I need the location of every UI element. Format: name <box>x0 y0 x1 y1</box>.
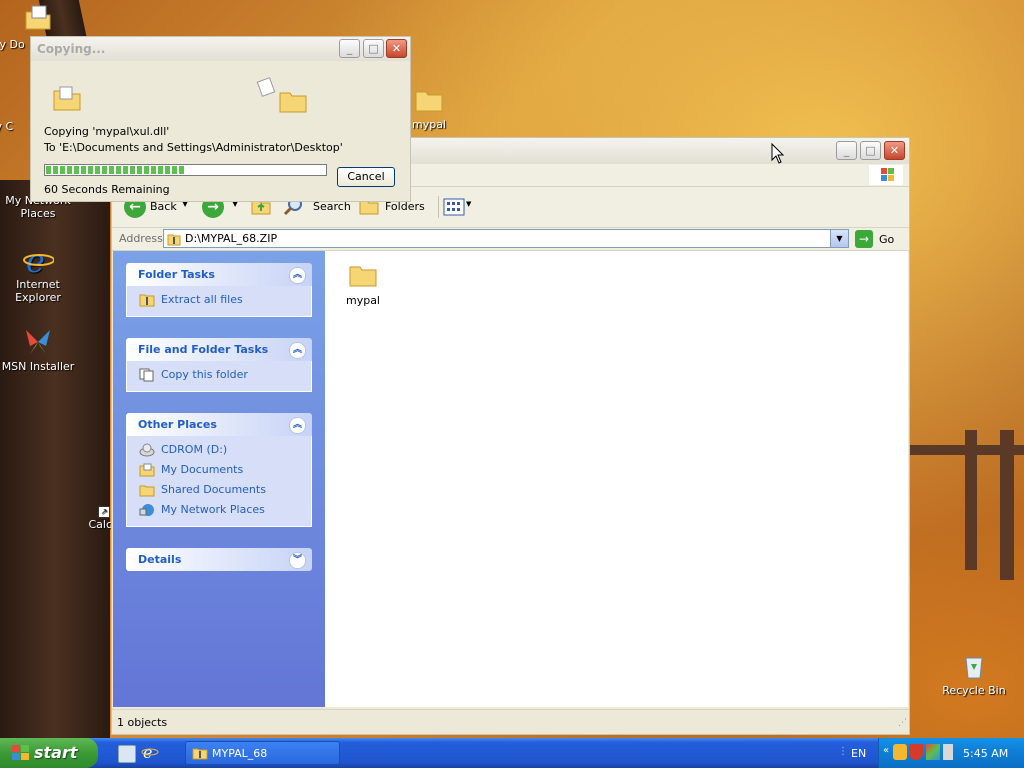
time-remaining: 60 Seconds Remaining <box>44 183 170 196</box>
target-folder-icon <box>277 85 309 120</box>
resize-grip-icon[interactable]: ⋰ <box>898 718 907 728</box>
desktop-icon-msn-installer[interactable]: MSN Installer <box>0 326 76 373</box>
go-arrow-icon: → <box>855 230 873 248</box>
chevron-down-icon[interactable]: ︾ <box>289 552 306 569</box>
chevron-up-icon[interactable]: ︽ <box>289 417 306 434</box>
copy-icon <box>139 368 155 382</box>
panel-header[interactable]: Other Places ︽ <box>126 413 312 436</box>
file-folder-tasks-panel: File and Folder Tasks ︽ Copy this folder <box>126 338 312 392</box>
desktop-icon-my-documents[interactable]: My Do <box>0 2 76 51</box>
taskbar-grip-icon: ⋮ <box>838 746 848 757</box>
chevron-up-icon[interactable]: ︽ <box>289 342 306 359</box>
address-bar: Address D:\MYPAL_68.ZIP ▼ → Go <box>112 228 909 251</box>
other-place-my-network-places[interactable]: My Network Places <box>139 500 311 520</box>
desktop-icon-internet-explorer[interactable]: e Internet Explorer <box>0 242 76 304</box>
panel-header[interactable]: File and Folder Tasks ︽ <box>126 338 312 361</box>
address-field[interactable]: D:\MYPAL_68.ZIP ▼ <box>163 229 849 248</box>
file-list[interactable]: mypal <box>325 251 908 707</box>
other-place-shared-documents[interactable]: Shared Documents <box>139 480 311 500</box>
panel-header[interactable]: Details ︾ <box>126 548 312 571</box>
taskbar: start e MYPAL_68 ⋮ EN « 5:45 AM <box>0 738 1024 768</box>
close-button[interactable]: ✕ <box>884 141 905 160</box>
quick-launch-internet-explorer[interactable]: e <box>141 743 159 764</box>
desktop-icon-calc[interactable]: ↗ Calc <box>72 506 112 531</box>
folder-icon <box>349 266 377 287</box>
start-button[interactable]: start <box>0 738 98 768</box>
minimize-button[interactable]: _ <box>339 39 360 58</box>
other-place-cdrom[interactable]: CDROM (D:) <box>139 440 311 460</box>
windows-logo-icon <box>869 165 903 185</box>
network-tray-icon[interactable] <box>926 744 940 760</box>
clock[interactable]: 5:45 AM <box>963 747 1008 760</box>
network-icon <box>139 503 155 517</box>
maximize-button[interactable]: □ <box>860 141 881 160</box>
minimize-button[interactable]: _ <box>836 141 857 160</box>
close-button[interactable]: ✕ <box>386 39 407 58</box>
recycle-bin-icon <box>958 650 990 682</box>
extract-all-files-link[interactable]: Extract all files <box>139 290 311 310</box>
language-indicator[interactable]: EN <box>851 747 866 760</box>
security-alert-icon[interactable] <box>893 744 907 760</box>
file-item[interactable]: mypal <box>341 259 385 307</box>
internet-explorer-icon: e <box>141 743 159 762</box>
chevron-up-icon[interactable]: ︽ <box>289 267 306 284</box>
fence <box>910 445 1024 455</box>
address-dropdown-button[interactable]: ▼ <box>830 230 848 247</box>
folder-icon <box>413 84 445 116</box>
documents-icon <box>139 463 155 477</box>
desktop-icon-recycle-bin[interactable]: Recycle Bin <box>936 650 1012 697</box>
chevron-down-icon: ▼ <box>466 200 472 208</box>
folder-tasks-panel: Folder Tasks ︽ Extract all files <box>126 263 312 317</box>
svg-text:e: e <box>26 244 45 276</box>
maximize-button[interactable]: □ <box>363 39 384 58</box>
shortcut-arrow-icon: ↗ <box>98 506 110 518</box>
status-bar: 1 objects ⋰ <box>112 709 909 734</box>
other-places-panel: Other Places ︽ CDROM (D:) My Documents Sh… <box>126 413 312 527</box>
msn-butterfly-icon <box>22 326 54 358</box>
cancel-button[interactable]: Cancel <box>337 167 395 187</box>
copy-progress-bar <box>44 164 327 176</box>
copy-this-folder-link[interactable]: Copy this folder <box>139 365 311 385</box>
panel-header[interactable]: Folder Tasks ︽ <box>126 263 312 286</box>
views-button[interactable]: ▼ <box>438 196 473 218</box>
zip-folder-icon <box>192 748 208 760</box>
go-button[interactable]: → Go <box>855 229 905 249</box>
internet-explorer-icon: e <box>22 242 55 280</box>
documents-icon <box>22 2 54 34</box>
copy-progress-dialog: Copying... _ □ ✕ Copying 'mypal\xul.dll'… <box>30 36 411 202</box>
cdrom-icon <box>139 443 155 457</box>
zip-folder-icon <box>167 234 181 246</box>
shield-icon[interactable] <box>909 744 923 760</box>
system-tray: « 5:45 AM <box>878 738 1024 768</box>
other-place-my-documents[interactable]: My Documents <box>139 460 311 480</box>
taskbar-button-mypal[interactable]: MYPAL_68 <box>185 741 340 765</box>
volume-icon[interactable] <box>943 744 953 760</box>
tray-expand-icon[interactable]: « <box>883 745 889 756</box>
source-folder-icon <box>51 83 83 118</box>
details-panel: Details ︾ <box>126 548 312 571</box>
copy-dialog-titlebar[interactable]: Copying... _ □ ✕ <box>31 37 410 61</box>
extract-icon <box>139 293 155 307</box>
progress-fill <box>46 166 186 174</box>
mouse-cursor <box>771 142 785 168</box>
flying-paper-icon <box>256 77 276 97</box>
windows-logo-icon <box>12 745 29 760</box>
folder-icon <box>139 483 155 497</box>
quick-launch-show-desktop[interactable] <box>118 745 136 763</box>
svg-text:e: e <box>143 743 152 761</box>
